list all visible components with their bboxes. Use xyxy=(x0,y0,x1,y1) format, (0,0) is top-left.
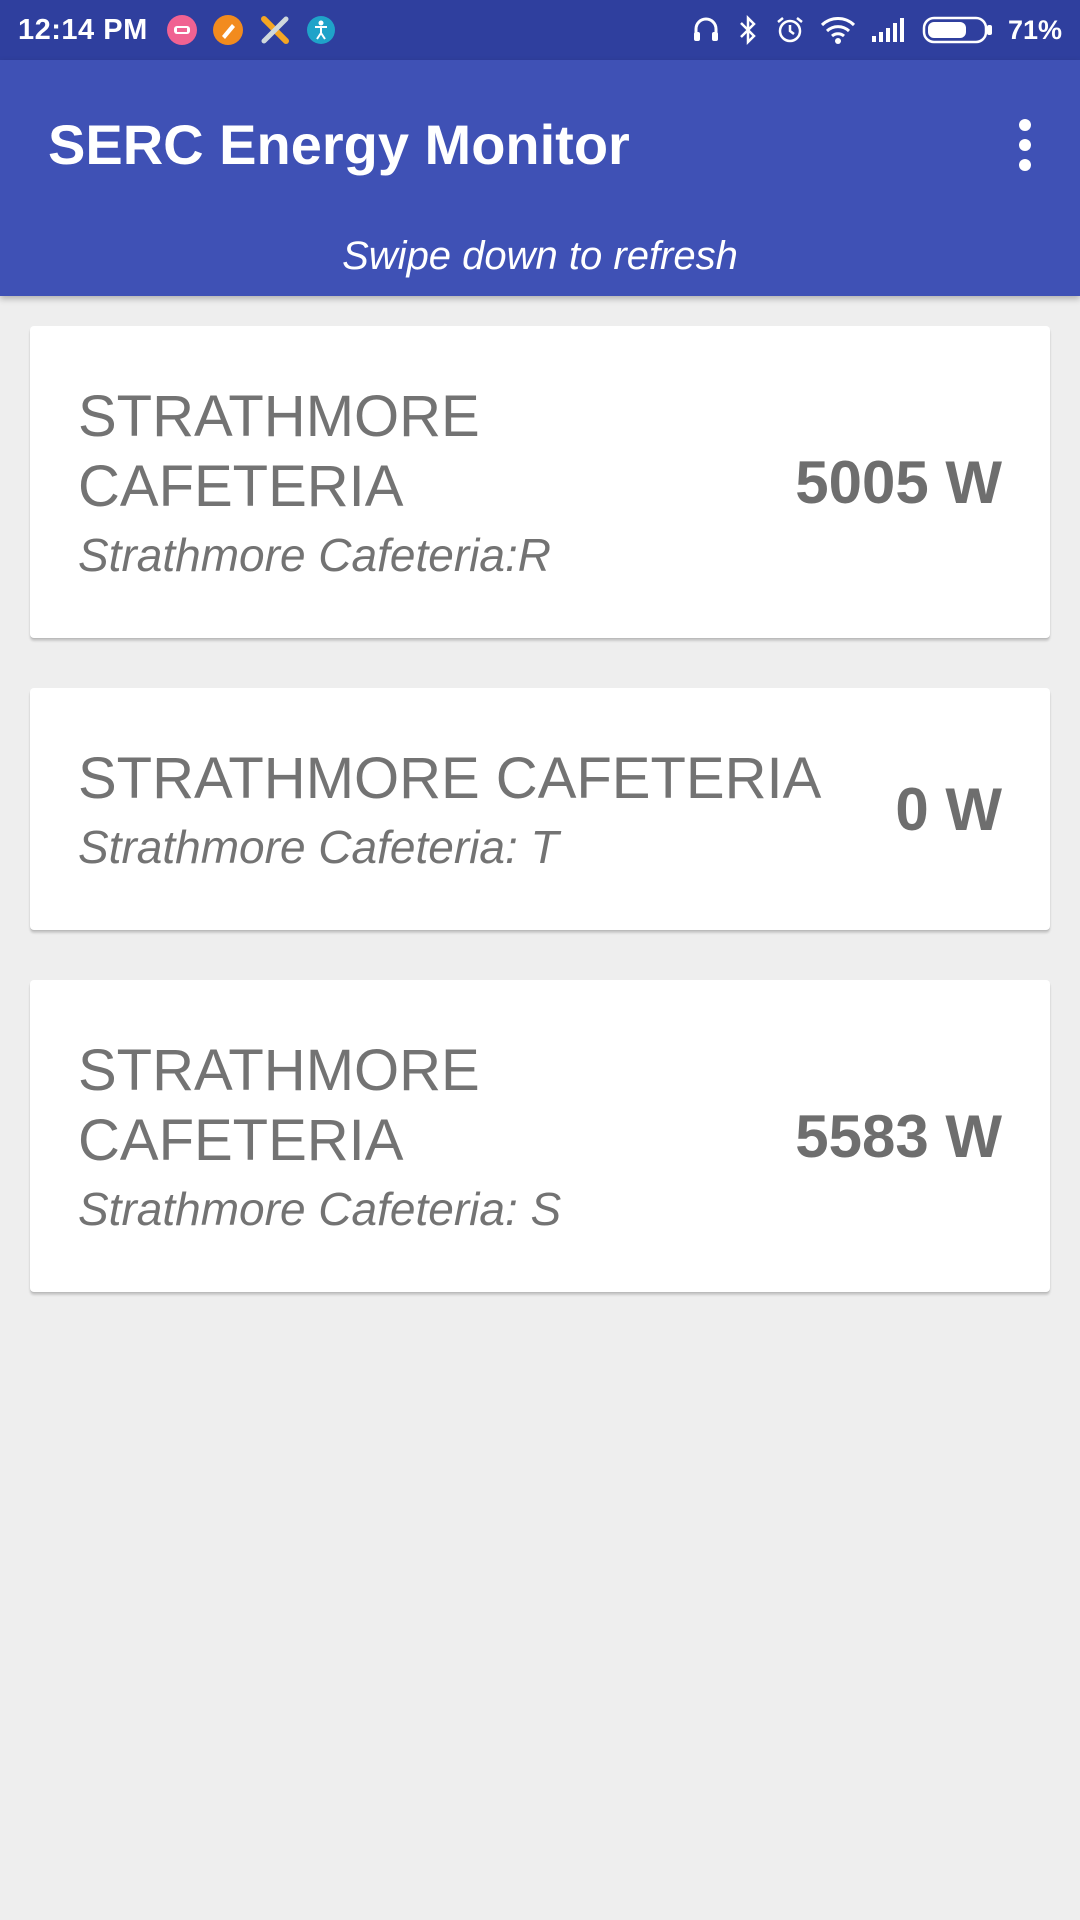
pink-app-icon xyxy=(166,14,198,46)
orange-cleaner-icon xyxy=(212,14,244,46)
battery-icon xyxy=(922,15,994,45)
meter-text: STRATHMORE CAFETERIA Strathmore Cafeteri… xyxy=(78,382,795,582)
notification-icons xyxy=(166,13,336,47)
more-vert-icon xyxy=(1019,159,1031,171)
refresh-hint: Swipe down to refresh xyxy=(342,234,738,278)
battery-percent: 71% xyxy=(1007,14,1062,45)
meter-subtitle: Strathmore Cafeteria: S xyxy=(78,1183,562,1235)
headset-icon xyxy=(690,14,722,46)
meter-card[interactable]: STRATHMORE CAFETERIA Strathmore Cafeteri… xyxy=(30,980,1050,1292)
signal-icon xyxy=(870,16,908,44)
bluetooth-icon xyxy=(736,14,760,46)
meter-title: STRATHMORE CAFETERIA xyxy=(78,1038,480,1173)
meter-list[interactable]: STRATHMORE CAFETERIA Strathmore Cafeteri… xyxy=(30,326,1050,1342)
meter-card[interactable]: STRATHMORE CAFETERIA Strathmore Cafeteri… xyxy=(30,326,1050,638)
meter-power-value: 0 W xyxy=(895,775,1002,843)
meter-card[interactable]: STRATHMORE CAFETERIA Strathmore Cafeteri… xyxy=(30,688,1050,930)
meter-text: STRATHMORE CAFETERIA Strathmore Cafeteri… xyxy=(78,744,895,874)
meter-subtitle: Strathmore Cafeteria:R xyxy=(78,529,551,581)
status-time: 12:14 PM xyxy=(18,13,148,46)
app-bar: SERC Energy Monitor Swipe down to refres… xyxy=(0,60,1080,296)
app-title: SERC Energy Monitor xyxy=(48,113,630,176)
overflow-menu-button[interactable] xyxy=(1000,110,1050,180)
meter-title: STRATHMORE CAFETERIA xyxy=(78,746,822,811)
meter-power-value: 5583 W xyxy=(795,1102,1002,1170)
more-vert-icon xyxy=(1019,119,1031,131)
status-bar: 12:14 PM 71% xyxy=(0,0,1080,60)
tools-icon xyxy=(258,13,292,47)
meter-power-value: 5005 W xyxy=(795,448,1002,516)
wifi-icon xyxy=(820,15,856,45)
teal-accessibility-icon xyxy=(306,15,336,45)
system-status-icons: 71% xyxy=(690,14,1062,46)
meter-text: STRATHMORE CAFETERIA Strathmore Cafeteri… xyxy=(78,1036,795,1236)
alarm-icon xyxy=(774,14,806,46)
meter-title: STRATHMORE CAFETERIA xyxy=(78,384,480,519)
more-vert-icon xyxy=(1019,139,1031,151)
meter-subtitle: Strathmore Cafeteria: T xyxy=(78,821,559,873)
